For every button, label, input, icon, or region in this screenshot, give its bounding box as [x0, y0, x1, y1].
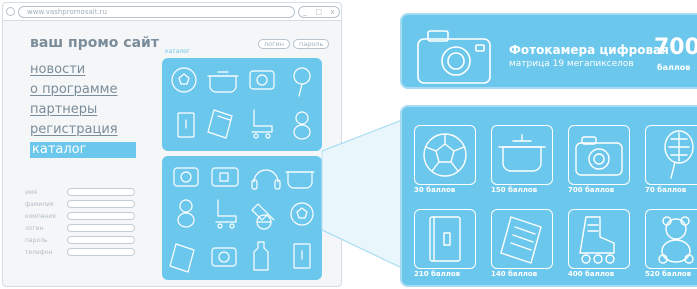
soccer-ball-icon	[423, 133, 467, 177]
product-points: 700	[654, 35, 697, 60]
roller-skate-icon	[579, 216, 615, 264]
camera-icon	[417, 30, 491, 84]
item-price: 400 баллов	[568, 270, 615, 278]
catalog-item[interactable]: 210 баллов	[414, 209, 476, 279]
catalog-item[interactable]: 400 баллов	[568, 209, 630, 279]
catalog-item[interactable]: 150 баллов	[491, 125, 553, 195]
product-name: Фотокамера цифровая	[509, 43, 669, 57]
item-price: 210 баллов	[414, 270, 461, 278]
item-price: 700 баллов	[568, 186, 615, 194]
cooking-pot-icon	[498, 134, 546, 172]
catalog-item[interactable]: 700 баллов	[568, 125, 630, 195]
item-price: 520 баллов	[645, 270, 692, 278]
item-price: 140 баллов	[491, 270, 538, 278]
item-price: 150 баллов	[491, 186, 538, 194]
product-description: матрица 19 мегапикселов	[509, 59, 634, 69]
item-price: 30 баллов	[414, 186, 456, 194]
notebook-icon	[500, 216, 542, 264]
teddy-bear-icon	[658, 216, 694, 264]
camera-icon	[575, 136, 623, 176]
product-points-unit: баллов	[657, 63, 691, 72]
product-tooltip: Фотокамера цифровая матрица 19 мегапиксе…	[400, 13, 697, 89]
item-price: 70 баллов	[645, 186, 687, 194]
catalog-item[interactable]: 30 баллов	[414, 125, 476, 195]
catalog-grid-panel: 30 баллов 150 баллов 700 баллов 70 балло…	[400, 105, 697, 287]
catalog-item[interactable]: 70 баллов	[645, 125, 697, 195]
catalog-item[interactable]: 520 баллов	[645, 209, 697, 279]
book-icon	[429, 216, 461, 262]
catalog-item[interactable]: 140 баллов	[491, 209, 553, 279]
tennis-racket-icon	[664, 130, 694, 179]
